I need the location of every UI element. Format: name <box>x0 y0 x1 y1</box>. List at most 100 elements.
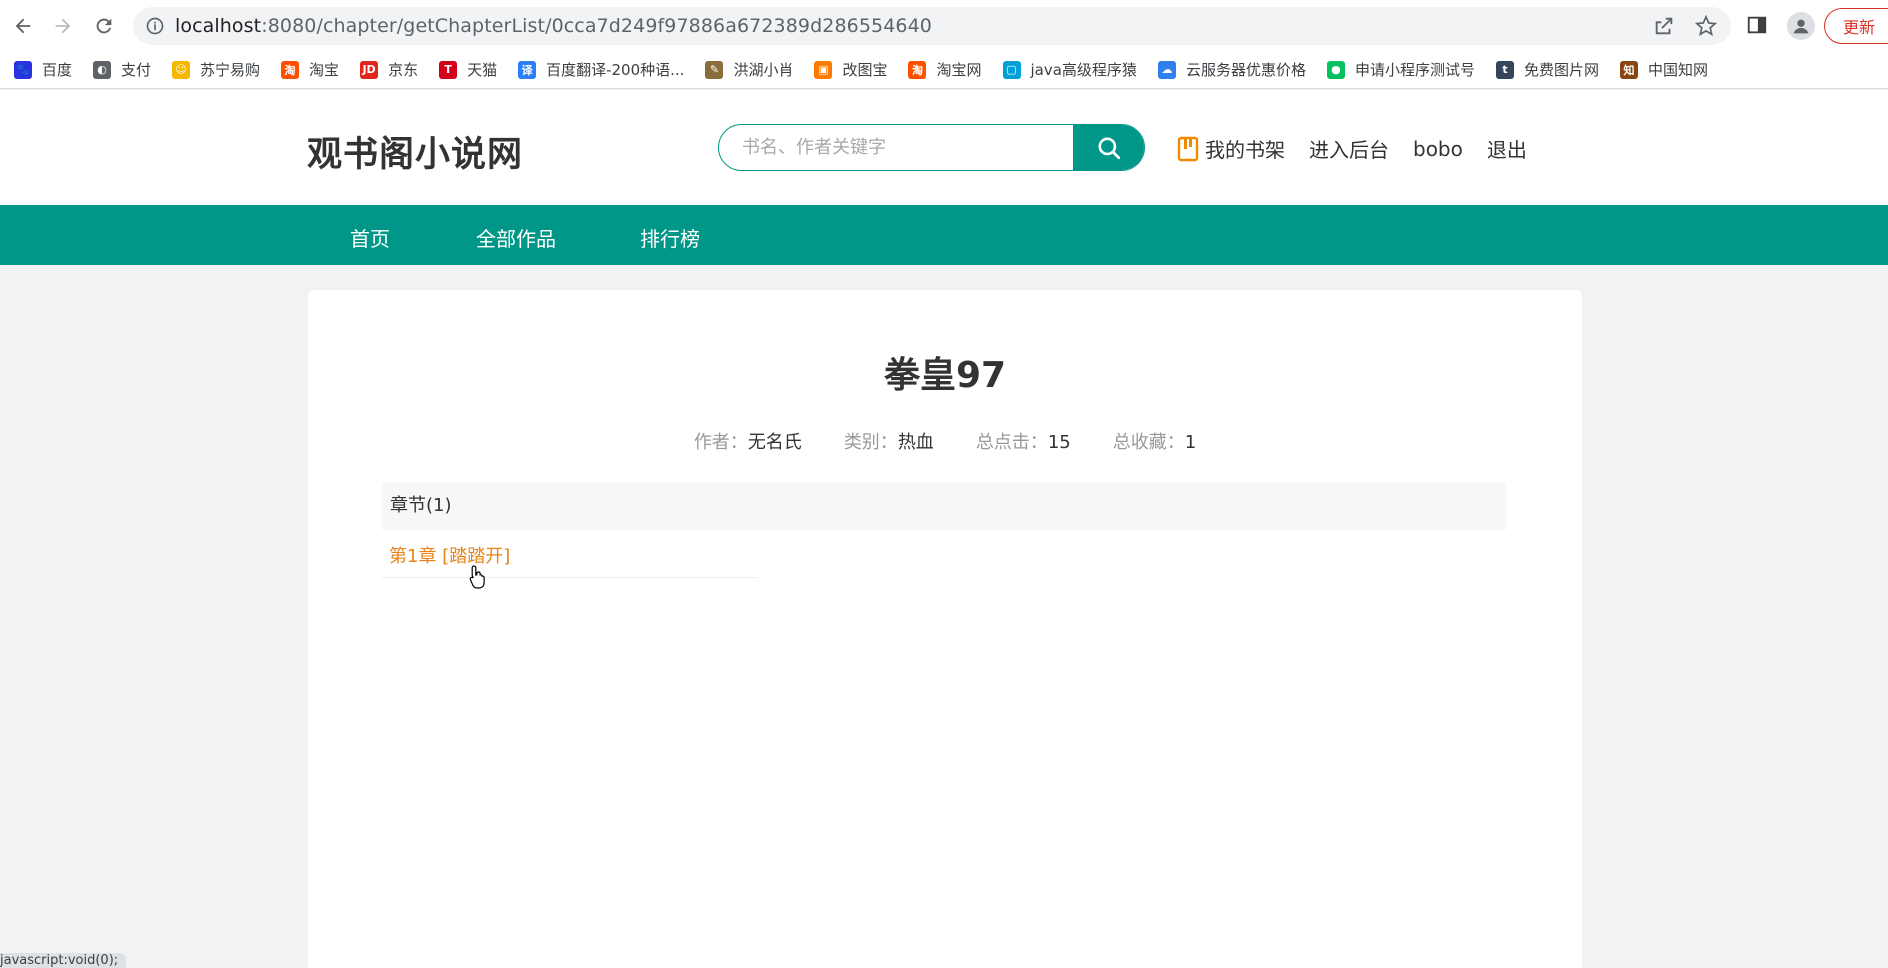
bookmark-item[interactable]: ▢ java高级程序猿 <box>1002 59 1137 80</box>
bookmark-item[interactable]: 淘淘宝网 <box>908 59 982 80</box>
search-icon <box>1098 136 1121 159</box>
wechat-icon: ● <box>1326 60 1345 79</box>
logout-link[interactable]: 退出 <box>1487 134 1527 163</box>
arrow-left-icon <box>15 18 31 34</box>
url-text[interactable]: localhost:8080/chapter/getChapterList/0c… <box>175 15 932 37</box>
bookmark-label: 中国知网 <box>1647 61 1708 79</box>
bookmark-label: 云服务器优惠价格 <box>1185 61 1306 79</box>
browser-toolbar: localhost:8080/chapter/getChapterList/0c… <box>0 0 1888 51</box>
bookmark-label: 天猫 <box>467 61 498 79</box>
favorites-value: 1 <box>1184 432 1197 453</box>
meta-author: 作者：无名氏 <box>694 428 802 454</box>
bookmark-item[interactable]: ✎ 洪湖小肖 <box>705 59 793 80</box>
bookmarks-bar: 🐾 百度 ◐ 支付 ☺ 苏宁易购淘淘宝 JD 京东 T 天猫译百度翻译-200种语... ✎ 洪湖小肖… <box>0 51 1888 89</box>
reload-icon <box>96 18 112 34</box>
taobao-icon: 淘 <box>908 60 927 79</box>
cnki-icon: 知 <box>1619 60 1638 79</box>
bookmark-item[interactable]: t 免费图片网 <box>1495 59 1599 80</box>
main-nav: 首页 全部作品 排行榜 <box>0 205 1888 265</box>
update-button[interactable]: 更新 <box>1824 8 1888 44</box>
cloud-icon: ☁ <box>1157 60 1176 79</box>
feather-icon: ✎ <box>705 60 724 79</box>
bookmark-label: 淘宝网 <box>936 61 982 79</box>
star-icon[interactable] <box>1695 15 1717 37</box>
bookmark-label: 支付 <box>121 61 152 79</box>
forward-button[interactable] <box>43 6 83 46</box>
bilibili-icon: ▢ <box>1002 60 1021 79</box>
taobao-icon: 淘 <box>281 60 300 79</box>
bookmark-label: 京东 <box>388 61 419 79</box>
category-label: 类别： <box>843 432 898 453</box>
admin-link[interactable]: 进入后台 <box>1309 134 1389 163</box>
book-detail-card: 拳皇97 作者：无名氏 类别：热血 总点击：15 总收藏：1 章节(1) 第1章… <box>308 290 1582 968</box>
chapter-link[interactable]: 第1章 [踏踏开] <box>382 540 758 578</box>
person-icon <box>1793 19 1809 34</box>
favorites-label: 总收藏： <box>1112 432 1185 453</box>
hand-cursor-icon <box>469 565 485 589</box>
site-header: 观书阁小说网 我的书架 进入后台 bobo 退出 <box>0 90 1888 205</box>
profile-avatar[interactable] <box>1787 12 1815 40</box>
meta-favorites: 总收藏：1 <box>1113 428 1196 454</box>
bookmark-item[interactable]: 译百度翻译-200种语... <box>518 59 684 80</box>
bookmark-item[interactable]: 淘淘宝 <box>281 59 339 80</box>
nav-ranking[interactable]: 排行榜 <box>640 223 700 252</box>
nav-home[interactable]: 首页 <box>350 223 390 252</box>
jd-icon: JD <box>360 60 379 79</box>
tmall-icon: T <box>439 60 458 79</box>
user-links: 我的书架 进入后台 bobo 退出 <box>1177 134 1527 163</box>
bookmark-label: java高级程序猿 <box>1030 61 1137 79</box>
chapter-list-header: 章节(1) <box>382 482 1506 530</box>
site-logo[interactable]: 观书阁小说网 <box>307 126 523 177</box>
omnibox-actions <box>1653 15 1717 37</box>
globe-icon: ◐ <box>93 60 112 79</box>
address-bar[interactable]: localhost:8080/chapter/getChapterList/0c… <box>133 7 1731 45</box>
bookmark-label: 申请小程序测试号 <box>1354 61 1475 79</box>
bookmark-label: 百度 <box>42 61 73 79</box>
search-input[interactable] <box>719 125 1074 170</box>
info-icon[interactable] <box>145 16 165 36</box>
bookmark-label: 淘宝 <box>309 61 340 79</box>
username-link[interactable]: bobo <box>1413 137 1463 161</box>
bookmark-label: 洪湖小肖 <box>733 61 794 79</box>
bookmark-item[interactable]: T 天猫 <box>439 59 497 80</box>
author-label: 作者： <box>693 432 748 453</box>
translate-icon: 译 <box>518 60 537 79</box>
category-value: 热血 <box>897 432 934 453</box>
bookmark-item[interactable]: 🐾 百度 <box>14 59 72 80</box>
arrow-right-icon <box>55 18 71 34</box>
bookmark-item[interactable]: ☺ 苏宁易购 <box>172 59 260 80</box>
bookmark-item[interactable]: ☁ 云服务器优惠价格 <box>1157 59 1306 80</box>
clicks-label: 总点击： <box>975 432 1048 453</box>
reload-button[interactable] <box>84 6 124 46</box>
bookmark-label: 百度翻译-200种语... <box>546 61 685 79</box>
book-meta: 作者：无名氏 类别：热血 总点击：15 总收藏：1 <box>308 428 1582 454</box>
back-button[interactable] <box>3 6 43 46</box>
bookmark-label: 改图宝 <box>842 61 888 79</box>
bookmark-label: 苏宁易购 <box>200 61 261 79</box>
gaitubao-icon: ▣ <box>814 60 833 79</box>
nav-all-works[interactable]: 全部作品 <box>476 223 556 252</box>
bookmark-item[interactable]: 知中国知网 <box>1619 59 1708 80</box>
side-panel-icon[interactable] <box>1746 14 1768 36</box>
bookmark-item[interactable]: JD 京东 <box>360 59 418 80</box>
bookshelf-icon <box>1177 136 1199 161</box>
meta-clicks: 总点击：15 <box>976 428 1071 454</box>
search-button[interactable] <box>1073 125 1144 170</box>
url-host: localhost <box>175 15 262 37</box>
tumblr-icon: t <box>1495 60 1514 79</box>
meta-category: 类别：热血 <box>844 428 934 454</box>
suning-icon: ☺ <box>172 60 191 79</box>
author-value: 无名氏 <box>747 432 802 453</box>
url-path: :8080/chapter/getChapterList/0cca7d249f9… <box>261 15 932 37</box>
bookmark-label: 免费图片网 <box>1523 61 1599 79</box>
my-bookshelf-link[interactable]: 我的书架 <box>1205 134 1285 163</box>
clicks-value: 15 <box>1047 432 1071 453</box>
bookmark-item[interactable]: ◐ 支付 <box>93 59 151 80</box>
search-box <box>718 124 1145 171</box>
link-status-bubble: javascript:void(0); <box>0 953 127 968</box>
share-icon[interactable] <box>1653 15 1675 37</box>
bookmark-item[interactable]: ● 申请小程序测试号 <box>1326 59 1475 80</box>
bookmark-item[interactable]: ▣ 改图宝 <box>814 59 887 80</box>
baidu-icon: 🐾 <box>14 60 32 79</box>
book-title: 拳皇97 <box>883 355 1007 396</box>
